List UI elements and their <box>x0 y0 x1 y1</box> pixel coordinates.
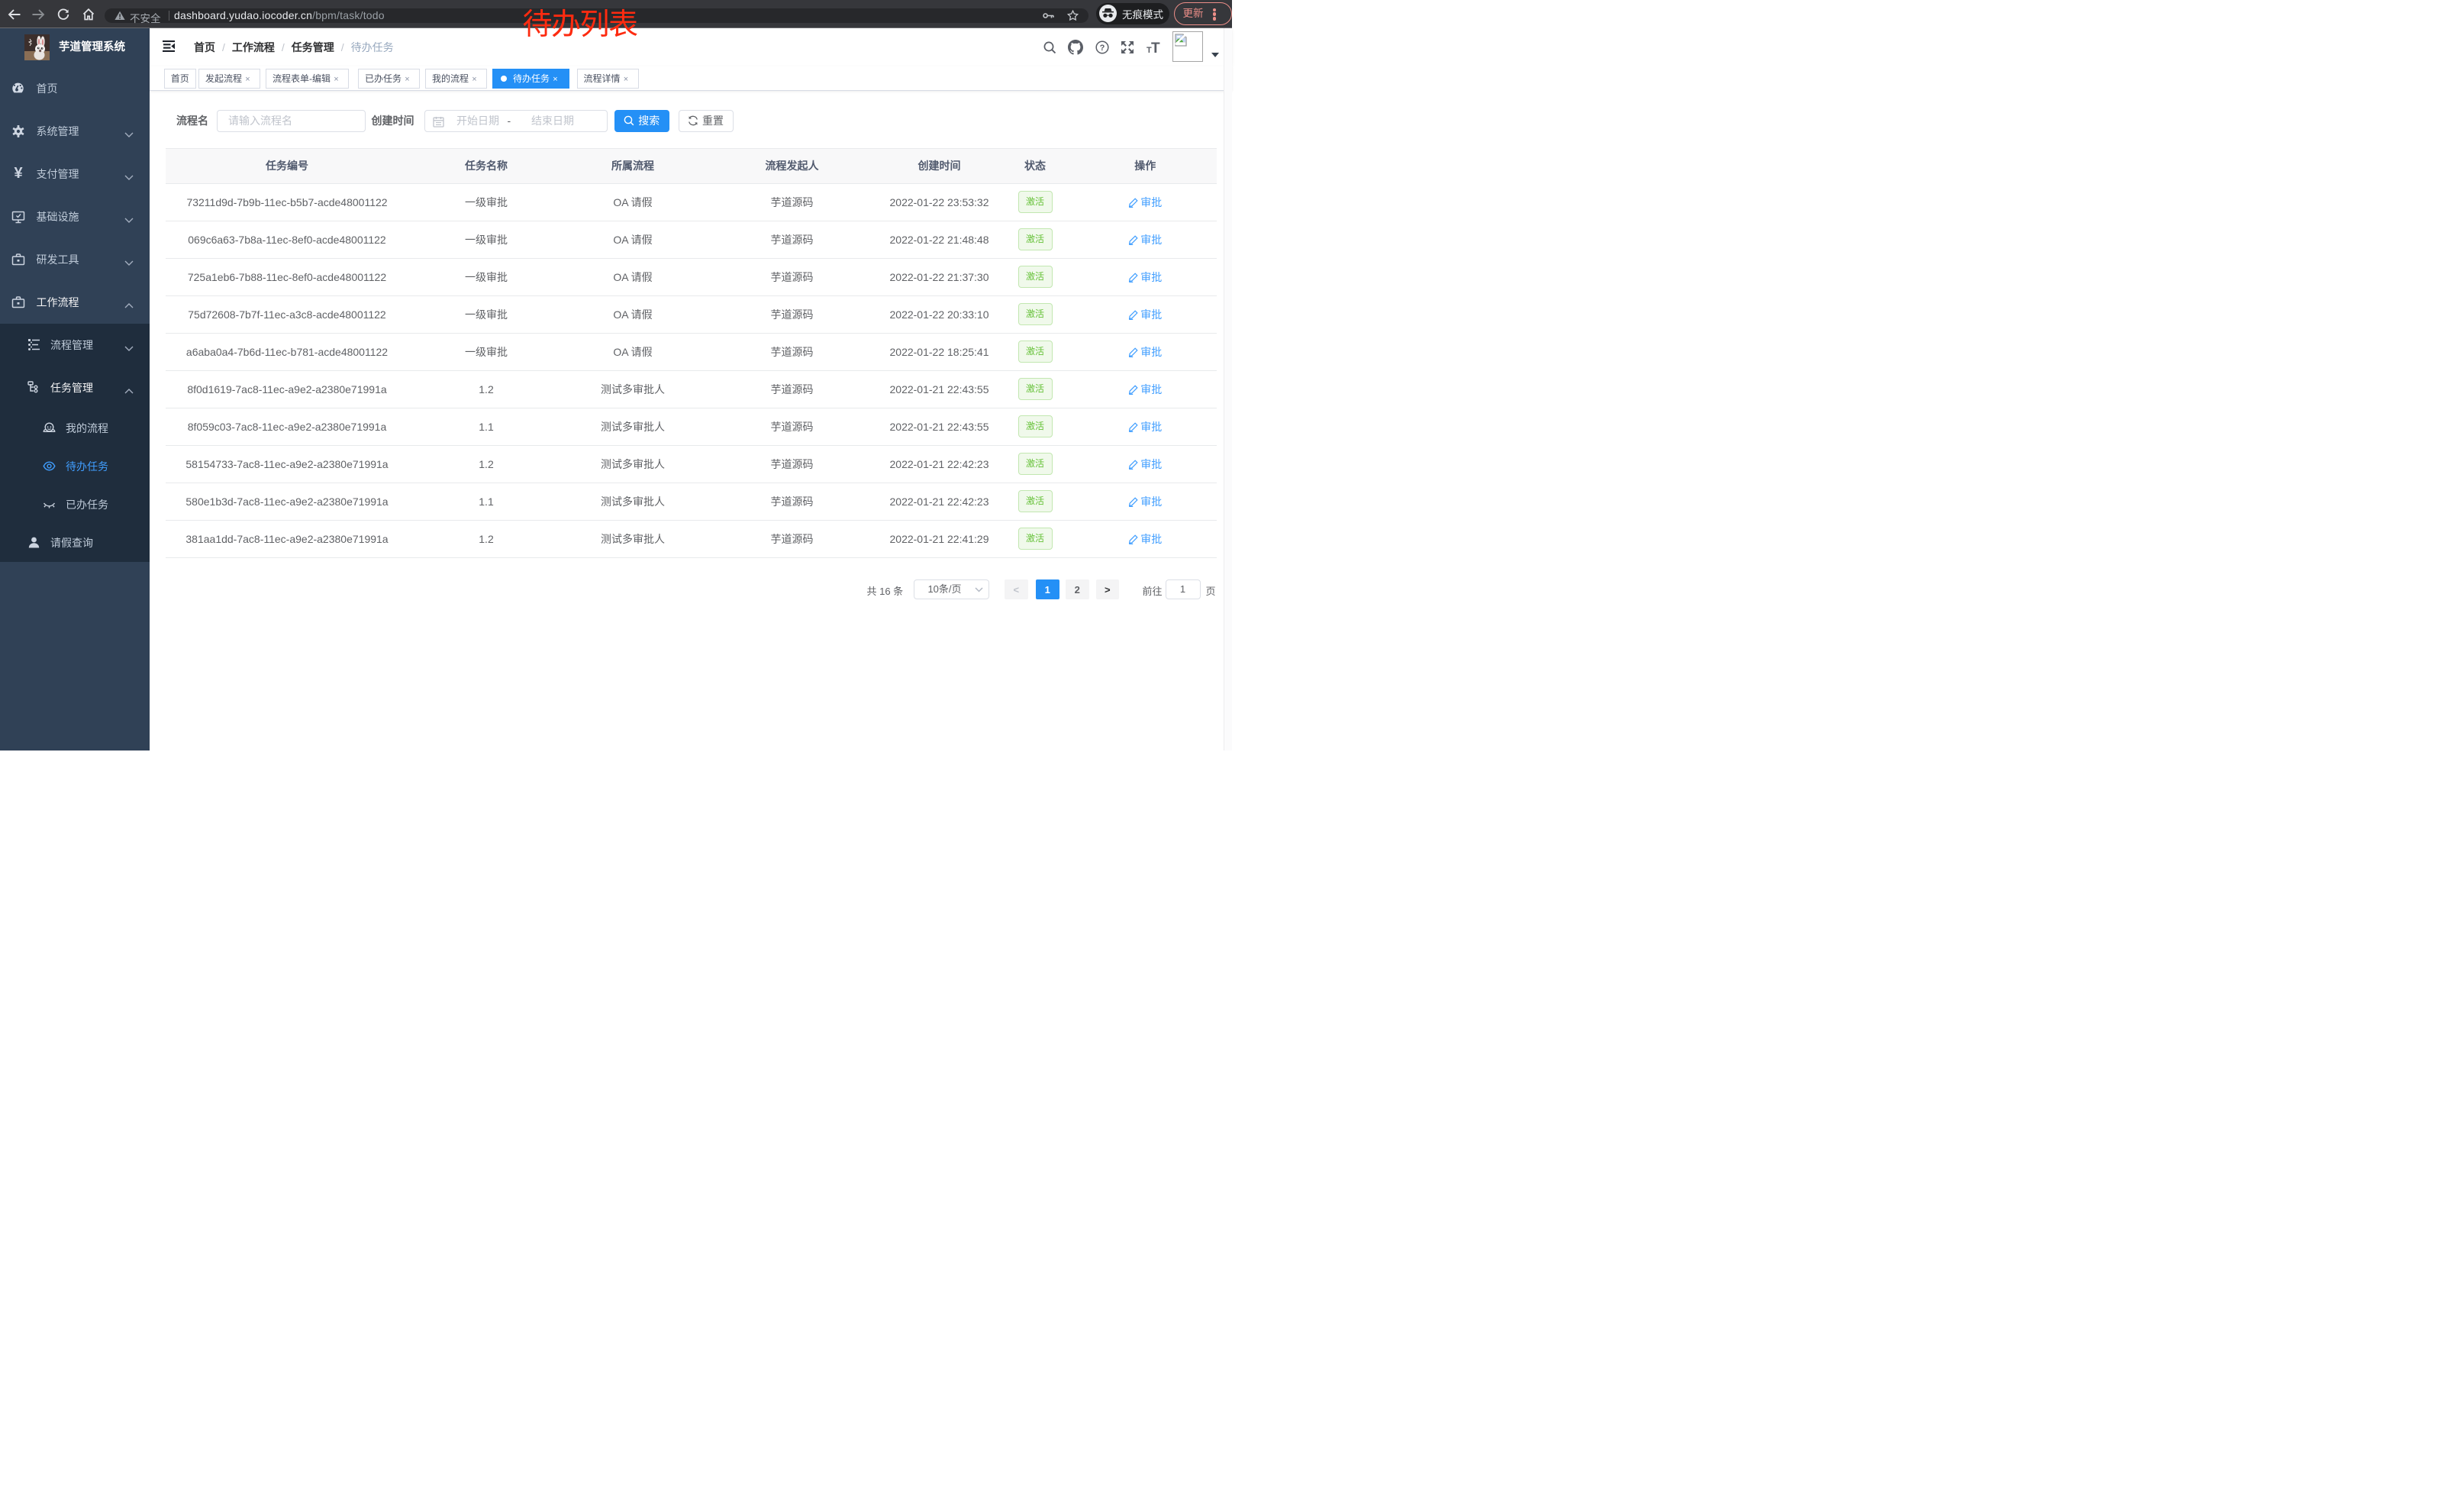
svg-text:?: ? <box>1099 44 1105 53</box>
svg-text:T: T <box>1147 46 1152 53</box>
svg-text:T: T <box>1151 41 1160 53</box>
